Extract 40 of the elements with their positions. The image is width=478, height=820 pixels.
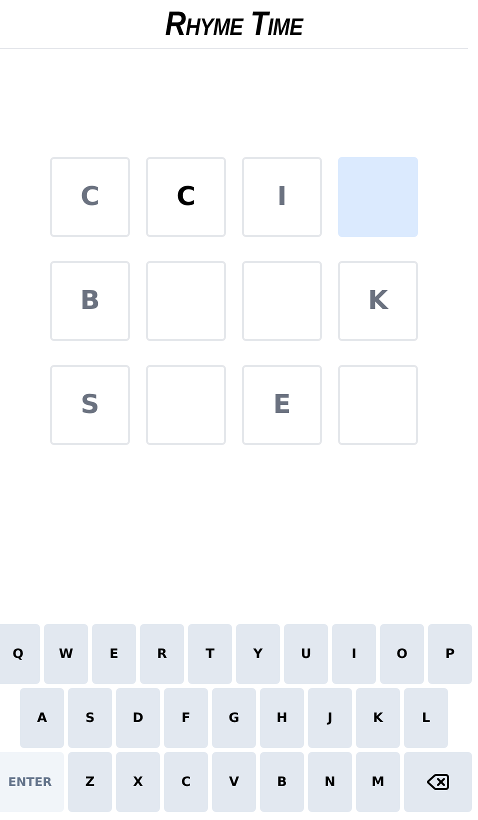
letter-tile[interactable]: E (242, 365, 322, 445)
key[interactable]: W (44, 624, 88, 684)
key[interactable]: Q (0, 624, 40, 684)
key[interactable]: M (356, 752, 400, 812)
letter-tile[interactable]: C (146, 157, 226, 237)
key[interactable]: U (284, 624, 328, 684)
key[interactable]: R (140, 624, 184, 684)
key[interactable]: J (308, 688, 352, 748)
letter-tile[interactable] (146, 261, 226, 341)
key[interactable]: L (404, 688, 448, 748)
letter-tile[interactable]: I (242, 157, 322, 237)
key[interactable]: N (308, 752, 352, 812)
key[interactable]: K (356, 688, 400, 748)
app-title: Rhyme Time (165, 4, 303, 44)
key[interactable]: D (116, 688, 160, 748)
letter-tile[interactable]: S (50, 365, 130, 445)
key[interactable]: F (164, 688, 208, 748)
key[interactable]: P (428, 624, 472, 684)
letter-tile[interactable] (338, 365, 418, 445)
letter-tile[interactable]: K (338, 261, 418, 341)
key[interactable]: B (260, 752, 304, 812)
letter-tile[interactable]: B (50, 261, 130, 341)
key[interactable]: A (20, 688, 64, 748)
key[interactable]: X (116, 752, 160, 812)
backspace-key[interactable] (404, 752, 472, 812)
key[interactable]: Z (68, 752, 112, 812)
key[interactable]: O (380, 624, 424, 684)
key[interactable]: C (164, 752, 208, 812)
key[interactable]: G (212, 688, 256, 748)
letter-tile[interactable] (242, 261, 322, 341)
letter-tile[interactable] (338, 157, 418, 237)
key[interactable]: V (212, 752, 256, 812)
key[interactable]: Y (236, 624, 280, 684)
key[interactable]: I (332, 624, 376, 684)
letter-tile[interactable] (146, 365, 226, 445)
key[interactable]: S (68, 688, 112, 748)
key[interactable]: E (92, 624, 136, 684)
key[interactable]: T (188, 624, 232, 684)
letter-tile[interactable]: C (50, 157, 130, 237)
key[interactable]: H (260, 688, 304, 748)
